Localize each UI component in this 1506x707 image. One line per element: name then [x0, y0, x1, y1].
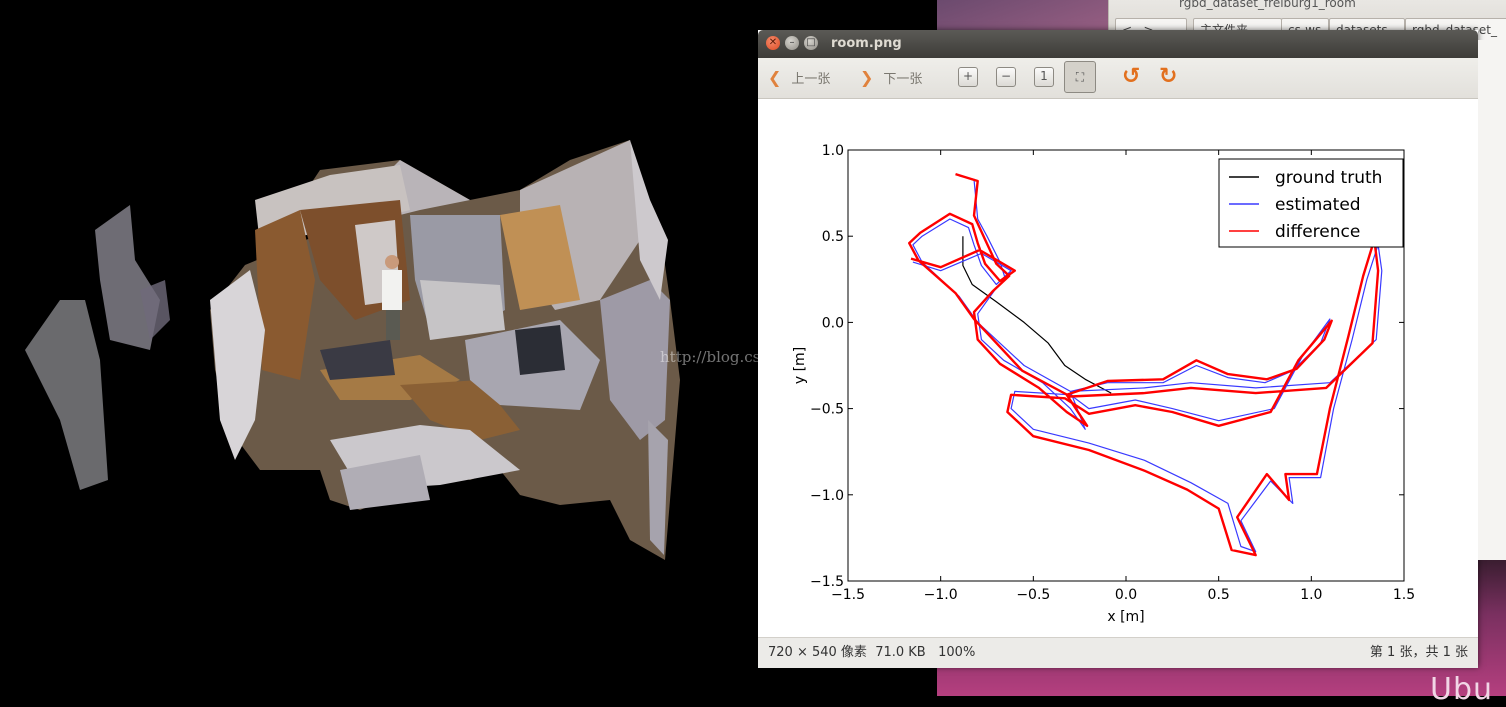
x-tick-label: 1.5 — [1393, 587, 1415, 603]
background-window-title: rgbd_dataset_freiburg1_room — [1179, 0, 1356, 10]
status-page-index: 第 1 张，共 1 张 — [1369, 645, 1468, 660]
image-viewer-window[interactable]: ✕ – □ room.png ❮ 上一张 ❯ 下一张 + − 1 ⛶ ↺ ↻ −1.… — [758, 30, 1478, 668]
close-window-button[interactable]: ✕ — [766, 36, 780, 50]
x-tick-label: −0.5 — [1016, 587, 1050, 603]
y-tick-label: 1.0 — [822, 143, 844, 159]
status-bar: 720 × 540 像素 71.0 KB 100% 第 1 张，共 1 张 — [758, 637, 1478, 668]
y-tick-label: 0.0 — [822, 315, 844, 331]
desktop-edge-strip — [1478, 40, 1506, 560]
x-tick-label: 1.0 — [1300, 587, 1322, 603]
minimize-window-button[interactable]: – — [785, 36, 799, 50]
viewer-toolbar: ❮ 上一张 ❯ 下一张 + − 1 ⛶ ↺ ↻ — [758, 58, 1478, 99]
status-image-info: 720 × 540 像素 71.0 KB 100% — [768, 638, 975, 668]
y-axis-label: y [m] — [792, 347, 808, 384]
previous-image-button[interactable]: ❮ 上一张 — [768, 68, 830, 87]
x-tick-label: 0.5 — [1208, 587, 1230, 603]
status-zoom: 100% — [938, 645, 976, 660]
chevron-left-icon: ❮ — [768, 68, 782, 87]
zoom-in-icon[interactable]: + — [958, 67, 978, 87]
image-canvas[interactable]: −1.5 −1.0 −0.5 0.0 0.5 1.0 1.5 −1.5 −1.0 −0.5 0.0 0… — [758, 99, 1478, 637]
x-tick-label: 0.0 — [1115, 587, 1137, 603]
next-image-button[interactable]: ❯ 下一张 — [860, 68, 922, 87]
x-axis-label: x [m] — [1107, 609, 1144, 625]
rotate-right-icon[interactable]: ↻ — [1159, 64, 1177, 89]
previous-image-label: 上一张 — [791, 72, 831, 87]
original-size-icon[interactable]: 1 — [1034, 67, 1054, 87]
ubuntu-wallpaper-text: Ubu — [1430, 672, 1494, 707]
legend-label: estimated — [1275, 195, 1361, 215]
x-tick-label: −1.0 — [924, 587, 958, 603]
next-image-label: 下一张 — [883, 72, 923, 87]
chevron-right-icon: ❯ — [860, 68, 874, 87]
point-cloud-view[interactable] — [0, 0, 760, 696]
maximize-window-button[interactable]: □ — [804, 36, 818, 50]
legend-label: difference — [1275, 222, 1360, 242]
best-fit-icon[interactable]: ⛶ — [1064, 61, 1096, 93]
y-tick-label: −1.5 — [810, 574, 844, 590]
status-file-size: 71.0 KB — [875, 645, 926, 660]
zoom-out-icon[interactable]: − — [996, 67, 1016, 87]
y-tick-label: −0.5 — [810, 402, 844, 418]
rotate-left-icon[interactable]: ↺ — [1122, 64, 1140, 89]
trajectory-plot: −1.5 −1.0 −0.5 0.0 0.5 1.0 1.5−1.5−1.0−0.50.00… — [792, 143, 1415, 625]
status-dimensions: 720 × 540 像素 — [768, 645, 867, 660]
y-tick-label: −1.0 — [810, 488, 844, 504]
window-titlebar[interactable]: ✕ – □ room.png — [758, 30, 1478, 58]
window-title: room.png — [831, 36, 902, 51]
y-tick-label: 0.5 — [822, 229, 844, 245]
legend-label: ground truth — [1275, 168, 1382, 188]
